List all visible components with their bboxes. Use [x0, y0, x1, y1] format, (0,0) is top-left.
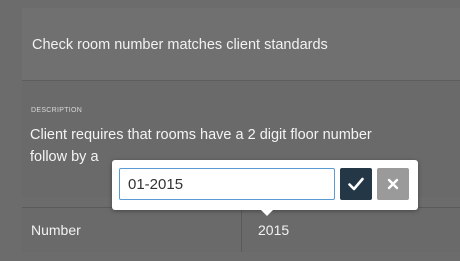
number-edit-input[interactable] — [119, 168, 335, 200]
field-row-number[interactable]: Number 2015 — [22, 207, 460, 252]
cancel-button[interactable] — [377, 168, 409, 200]
field-value[interactable]: 2015 — [258, 222, 289, 238]
description-label: DESCRIPTION — [31, 107, 83, 114]
task-row[interactable]: Check room number matches client standar… — [22, 8, 460, 81]
close-icon — [387, 178, 399, 190]
field-divider — [241, 208, 242, 252]
inline-edit-popover — [112, 160, 418, 216]
check-icon — [348, 177, 364, 191]
description-line-1: Client requires that rooms have a 2 digi… — [30, 127, 372, 143]
field-label: Number — [31, 222, 81, 238]
confirm-button[interactable] — [340, 168, 372, 200]
task-title: Check room number matches client standar… — [32, 37, 328, 53]
popover-arrow — [260, 209, 274, 216]
